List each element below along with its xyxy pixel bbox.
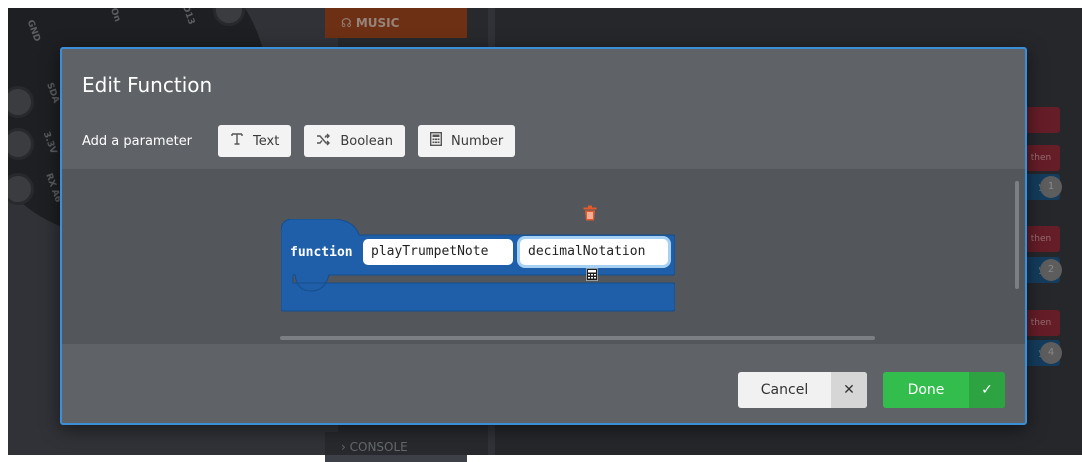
done-label: Done (907, 382, 945, 398)
vertical-scrollbar[interactable] (1015, 181, 1019, 289)
done-button[interactable]: Done ✓ (883, 372, 1005, 408)
add-text-parameter-button[interactable]: Text (218, 125, 292, 157)
close-icon: ✕ (831, 372, 867, 408)
calculator-icon (429, 131, 442, 150)
edit-function-dialog: Edit Function Add a parameter Text Boole… (60, 47, 1027, 425)
dialog-title: Edit Function (82, 73, 213, 97)
shuffle-icon (316, 133, 331, 150)
cancel-label: Cancel (760, 382, 809, 398)
text-type-icon (230, 132, 244, 150)
add-number-parameter-button[interactable]: Number (417, 125, 516, 157)
cancel-button[interactable]: Cancel ✕ (738, 372, 867, 408)
checkmark-icon: ✓ (969, 372, 1005, 408)
number-type-icon (586, 266, 598, 285)
add-boolean-parameter-button[interactable]: Boolean (304, 125, 405, 157)
parameter-name-field[interactable]: decimalNotation (520, 239, 668, 265)
function-definition-block[interactable]: function playTrumpetNote decimalNotation (281, 219, 675, 327)
function-name-field[interactable]: playTrumpetNote (363, 239, 513, 265)
function-block-shape (281, 219, 675, 312)
add-parameter-label: Add a parameter (82, 133, 193, 149)
horizontal-scrollbar[interactable] (280, 336, 875, 340)
function-editor-workspace[interactable]: function playTrumpetNote decimalNotation (62, 169, 1025, 344)
function-keyword: function (290, 245, 353, 260)
add-parameter-row: Add a parameter Text Boolean Number (82, 125, 528, 157)
dialog-footer: Cancel ✕ Done ✓ (62, 344, 1025, 423)
